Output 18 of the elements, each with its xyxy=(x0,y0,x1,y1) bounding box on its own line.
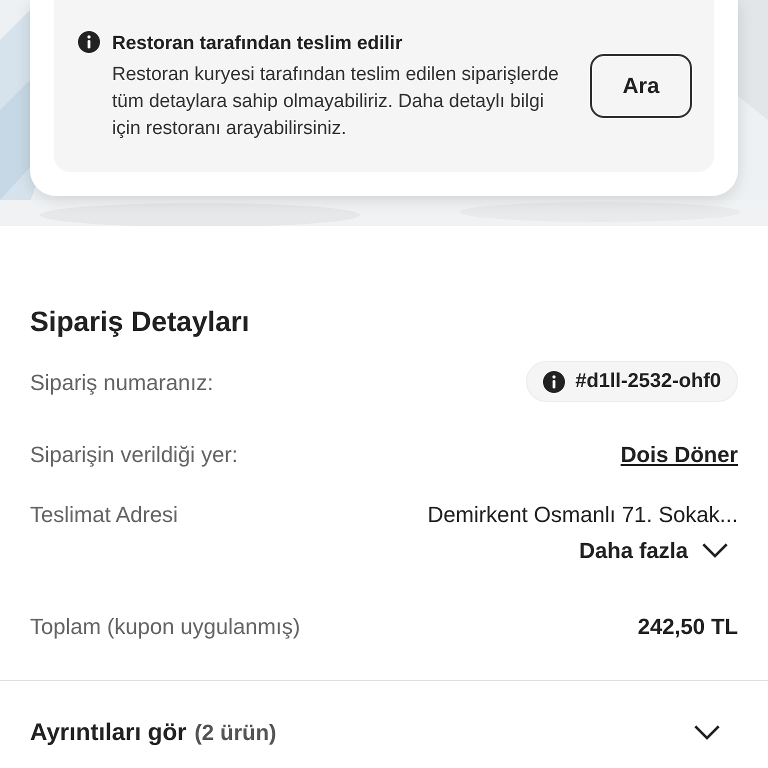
chevron-icon xyxy=(694,725,720,741)
info-icon xyxy=(543,370,566,392)
section-title: Sipariş Detayları xyxy=(30,306,250,338)
address-value: Demirkent Osmanlı 71. Sokak... xyxy=(427,501,738,529)
see-details-toggle[interactable]: Ayrıntıları gör (2 ürün) xyxy=(0,681,768,747)
chevron-icon xyxy=(702,543,728,559)
notice-title: Restoran tarafından teslim edilir xyxy=(112,32,404,56)
call-button[interactable]: Ara xyxy=(590,54,692,118)
field-label: Siparişin verildiği yer: xyxy=(30,441,238,469)
restaurant-link[interactable]: Dois Döner xyxy=(620,440,738,470)
field-label: Toplam (kupon uygulanmış) xyxy=(30,613,300,641)
field-label: Sipariş numaranız: xyxy=(30,369,214,397)
notice-text: Restoran kuryesi tarafından teslim edilen siparişlerde tüm detaylara sahip olmayabiliriz. Daha detaylı bilgi için restoranı arayabilirsiniz. xyxy=(112,62,560,140)
order-number-badge: #d1ll-2532-ohf0 xyxy=(526,361,738,402)
total-value: 242,50 TL xyxy=(638,613,738,641)
show-more-button[interactable]: Daha fazla xyxy=(579,538,738,564)
info-icon xyxy=(78,30,100,52)
field-label: Teslimat Adresi xyxy=(30,501,178,529)
